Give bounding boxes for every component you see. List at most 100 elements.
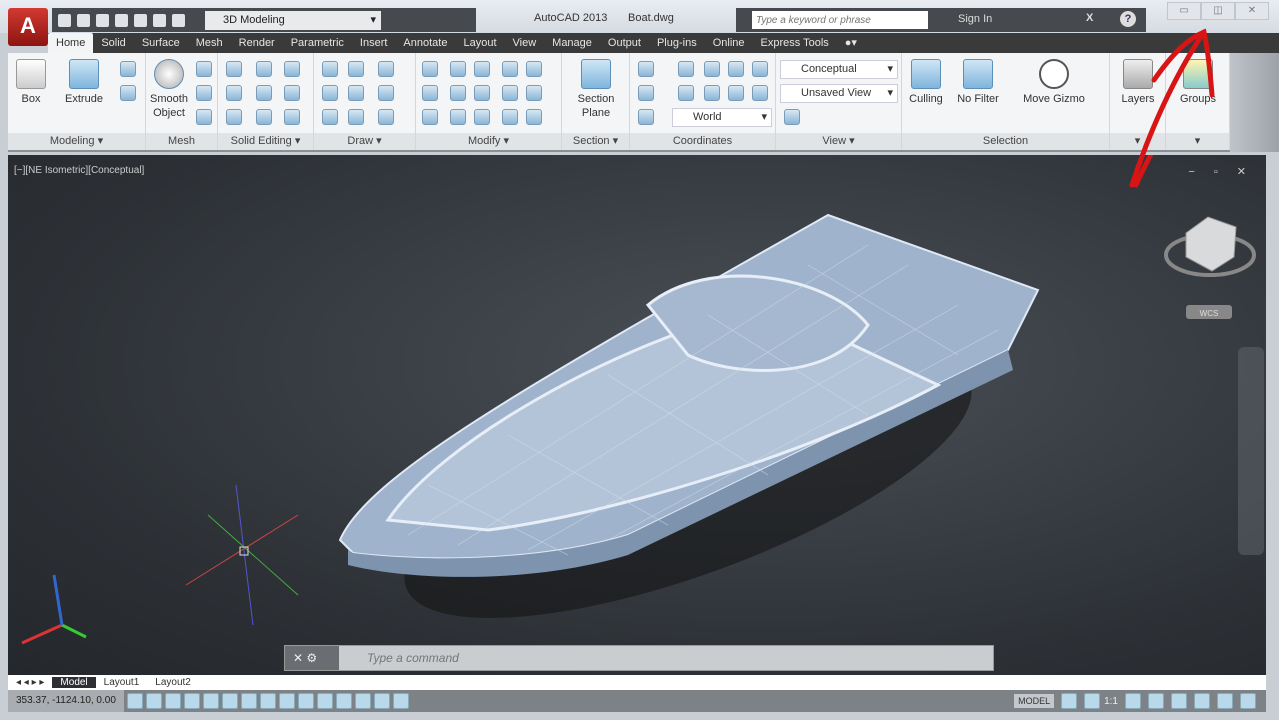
hardware-acceleration-icon[interactable]	[1194, 693, 1210, 709]
3d-align-icon[interactable]	[450, 109, 466, 125]
edit-icon[interactable]	[256, 85, 272, 101]
save-icon[interactable]	[96, 13, 109, 27]
osnap-toggle[interactable]	[221, 693, 238, 709]
extrude-button[interactable]: Extrude	[60, 59, 108, 106]
ucs-icon[interactable]	[678, 85, 694, 101]
ducs-toggle[interactable]	[278, 693, 295, 709]
quick-properties-toggle[interactable]	[354, 693, 371, 709]
3d-array-icon[interactable]	[526, 109, 542, 125]
ucs-icon[interactable]	[704, 85, 720, 101]
visual-style-dropdown[interactable]: Conceptual	[780, 60, 898, 79]
new-icon[interactable]	[58, 13, 71, 27]
tab-manage[interactable]: Manage	[544, 33, 600, 53]
section-plane-button[interactable]: Section Plane	[568, 59, 624, 120]
rectangle-icon[interactable]	[348, 109, 364, 125]
drawing-viewport[interactable]: [−][NE Isometric][Conceptual] − ▫ ✕ WCS	[8, 155, 1266, 675]
layout-nav-arrows[interactable]: ◂ ◂ ▸ ▸	[8, 677, 52, 688]
clean-screen-icon[interactable]	[1240, 693, 1256, 709]
tab-output[interactable]: Output	[600, 33, 649, 53]
ucs-icon[interactable]	[704, 61, 720, 77]
ucs-icon[interactable]	[638, 85, 654, 101]
ucs-icon[interactable]	[728, 85, 744, 101]
presspull-icon[interactable]	[120, 61, 136, 77]
save-as-icon[interactable]	[115, 13, 128, 27]
open-icon[interactable]	[77, 13, 90, 27]
transparency-toggle[interactable]	[335, 693, 352, 709]
tab-home[interactable]: Home	[48, 33, 94, 53]
tab-insert[interactable]: Insert	[352, 33, 396, 53]
ucs-icon[interactable]	[728, 61, 744, 77]
mirror-icon[interactable]	[474, 109, 490, 125]
ribbon-minimize-icon[interactable]: ●▾	[837, 33, 865, 53]
chamfer-icon[interactable]	[526, 85, 542, 101]
move-icon[interactable]	[474, 61, 490, 77]
mesh-icon[interactable]	[196, 85, 212, 101]
tab-render[interactable]: Render	[231, 33, 283, 53]
snap-toggle[interactable]	[145, 693, 162, 709]
application-menu-button[interactable]: A	[8, 8, 48, 46]
otrack-toggle[interactable]	[259, 693, 276, 709]
tab-layout1[interactable]: Layout1	[96, 677, 148, 688]
viewport-icon[interactable]	[784, 109, 800, 125]
plot-icon[interactable]	[134, 13, 147, 27]
tab-model[interactable]: Model	[52, 677, 96, 688]
annotation-scale[interactable]: 1:1	[1104, 696, 1118, 707]
model-space-button[interactable]: MODEL	[1014, 694, 1055, 708]
trim-icon[interactable]	[526, 61, 542, 77]
scale-icon[interactable]	[422, 61, 438, 77]
infer-constraints-toggle[interactable]	[126, 693, 143, 709]
dyn-toggle[interactable]	[297, 693, 314, 709]
edit-icon[interactable]	[284, 109, 300, 125]
command-input[interactable]	[341, 648, 971, 668]
no-filter-button[interactable]: No Filter	[952, 59, 1004, 106]
exchange-icon[interactable]: X	[1086, 12, 1093, 24]
tab-solid[interactable]: Solid	[93, 33, 133, 53]
lineweight-toggle[interactable]	[316, 693, 333, 709]
polar-toggle[interactable]	[202, 693, 219, 709]
explode-icon[interactable]	[502, 109, 518, 125]
polysolid-icon[interactable]	[120, 85, 136, 101]
ellipse-icon[interactable]	[378, 109, 394, 125]
ucs-icon[interactable]	[678, 61, 694, 77]
move-gizmo-button[interactable]: Move Gizmo	[1014, 59, 1094, 106]
smooth-object-button[interactable]: Smooth Object	[148, 59, 190, 120]
box-button[interactable]: Box	[14, 59, 48, 106]
arc-icon[interactable]	[378, 61, 394, 77]
culling-button[interactable]: Culling	[904, 59, 948, 106]
lock-icon[interactable]	[1171, 693, 1187, 709]
circle-icon[interactable]	[378, 85, 394, 101]
tab-view[interactable]: View	[505, 33, 545, 53]
edit-icon[interactable]	[284, 85, 300, 101]
grid-toggle[interactable]	[164, 693, 181, 709]
tab-annotate[interactable]: Annotate	[395, 33, 455, 53]
line-icon[interactable]	[322, 61, 338, 77]
redo-icon[interactable]	[172, 13, 185, 27]
tab-plug-ins[interactable]: Plug-ins	[649, 33, 705, 53]
ucs-icon[interactable]	[638, 61, 654, 77]
intersect-icon[interactable]	[226, 109, 242, 125]
selection-cycling-toggle[interactable]	[373, 693, 390, 709]
ucs-icon[interactable]	[752, 85, 768, 101]
array-icon[interactable]	[502, 61, 518, 77]
gizmo-toggle[interactable]	[392, 693, 409, 709]
annotation-visibility-icon[interactable]	[1125, 693, 1141, 709]
workspace-switch-icon[interactable]	[1148, 693, 1164, 709]
erase-icon[interactable]	[422, 109, 438, 125]
edit-icon[interactable]	[256, 61, 272, 77]
undo-icon[interactable]	[153, 13, 166, 27]
tab-online[interactable]: Online	[705, 33, 753, 53]
ucs-icon[interactable]	[638, 109, 654, 125]
rotate-icon[interactable]	[450, 61, 466, 77]
tab-surface[interactable]: Surface	[134, 33, 188, 53]
sign-in-button[interactable]: Sign In	[958, 13, 992, 25]
spline-icon[interactable]	[322, 85, 338, 101]
workspace-dropdown[interactable]: 3D Modeling	[205, 10, 381, 30]
edit-icon[interactable]	[284, 61, 300, 77]
fillet-icon[interactable]	[422, 85, 438, 101]
copy-icon[interactable]	[502, 85, 518, 101]
offset-icon[interactable]	[474, 85, 490, 101]
tab-mesh[interactable]: Mesh	[188, 33, 231, 53]
named-view-dropdown[interactable]: Unsaved View	[780, 84, 898, 103]
quick-view-layouts-icon[interactable]	[1061, 693, 1078, 709]
ucs-dropdown[interactable]: World	[672, 108, 772, 127]
